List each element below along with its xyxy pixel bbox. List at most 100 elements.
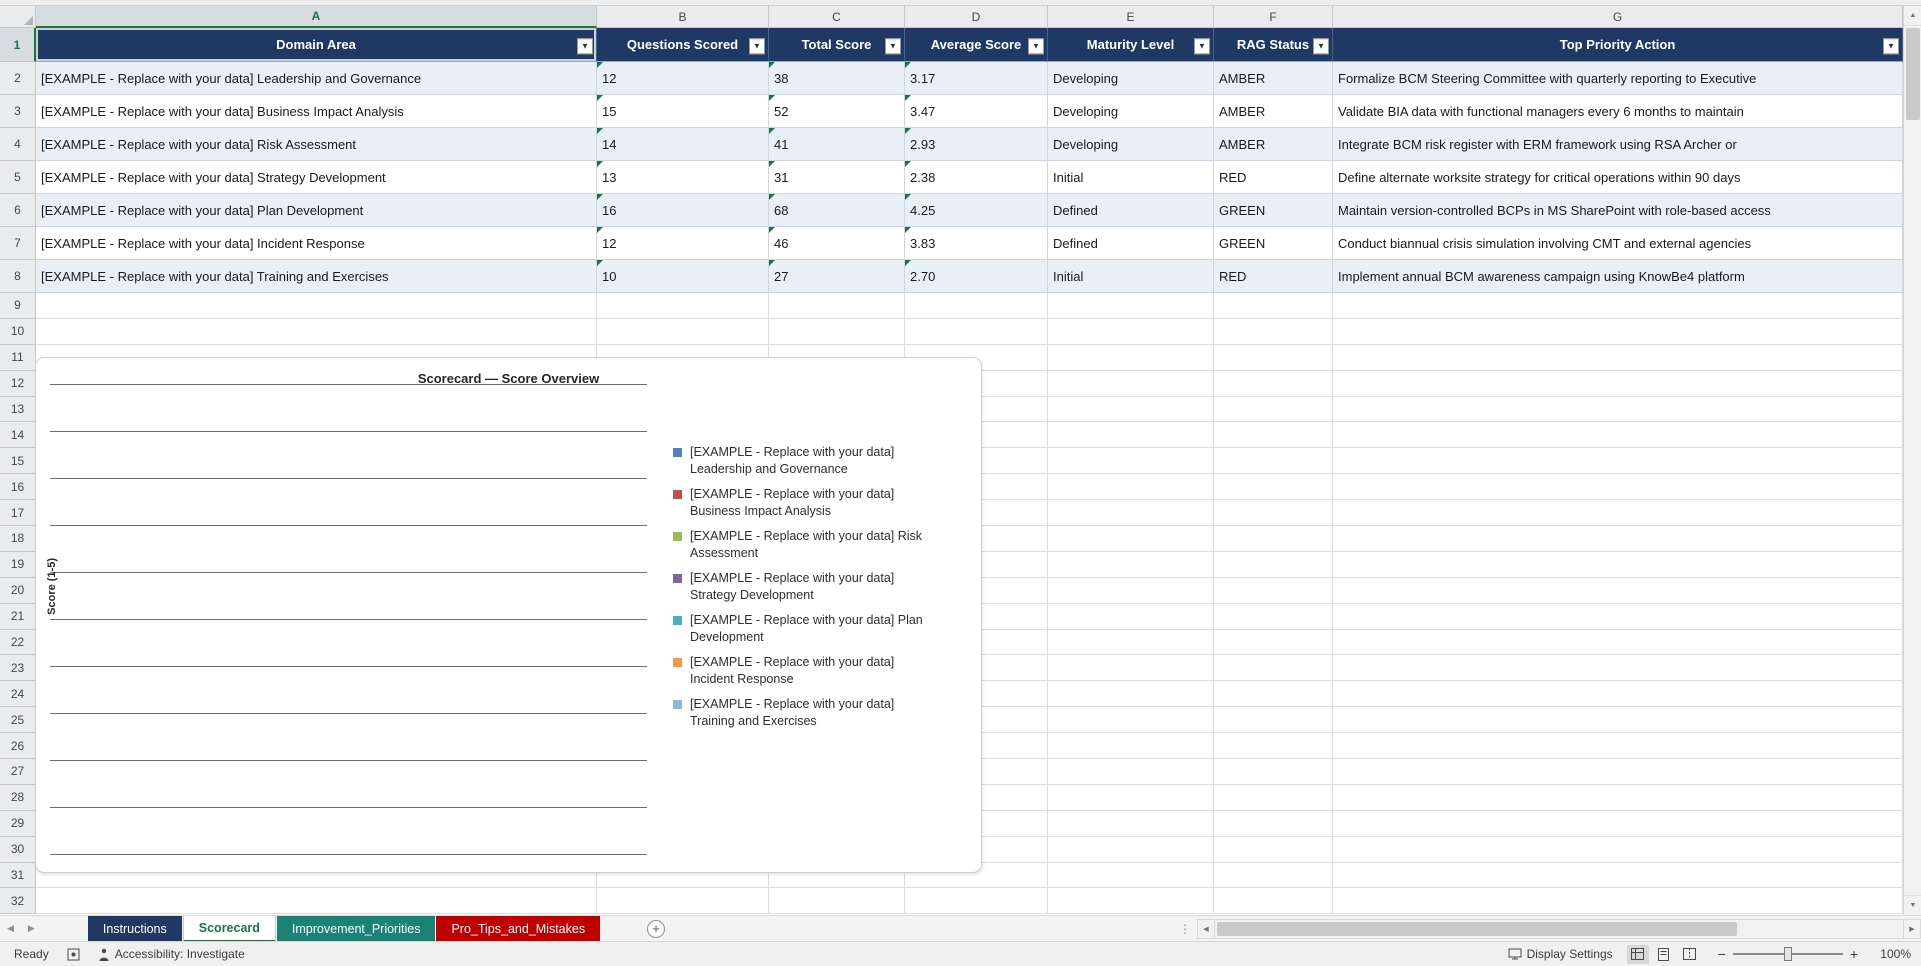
cell-E3[interactable]: Developing: [1048, 95, 1214, 128]
cell-F24[interactable]: [1214, 681, 1333, 708]
cell-F27[interactable]: [1214, 759, 1333, 785]
cell-E22[interactable]: [1048, 629, 1214, 656]
cell-E25[interactable]: [1048, 707, 1214, 734]
accessibility-checker-button[interactable]: Accessibility: Investigate: [98, 947, 245, 961]
row-header-7[interactable]: 7: [0, 227, 36, 260]
cell-E5[interactable]: Initial: [1048, 161, 1214, 194]
row-header-29[interactable]: 29: [0, 810, 36, 837]
row-header-15[interactable]: 15: [0, 448, 36, 475]
column-header-A[interactable]: A: [36, 6, 597, 28]
row-header-23[interactable]: 23: [0, 655, 36, 682]
score-overview-chart[interactable]: Scorecard — Score Overview Score (1-5) […: [35, 357, 982, 873]
cell-C5[interactable]: 31: [769, 161, 905, 194]
tab-nav-right-icon[interactable]: ▶: [21, 923, 42, 934]
cell-A32[interactable]: [36, 888, 597, 915]
cell-D1[interactable]: Average Score ▼: [905, 28, 1048, 62]
row-header-13[interactable]: 13: [0, 396, 36, 423]
cell-G10[interactable]: [1333, 318, 1903, 345]
cell-G2[interactable]: Formalize BCM Steering Committee with qu…: [1333, 62, 1903, 95]
page-layout-view-button[interactable]: [1653, 945, 1675, 964]
filter-dropdown-icon[interactable]: ▼: [1883, 37, 1899, 54]
vertical-scrollbar[interactable]: ▲ ▼: [1903, 6, 1921, 915]
cell-E2[interactable]: Developing: [1048, 62, 1214, 95]
filter-dropdown-icon[interactable]: ▼: [885, 37, 901, 54]
cell-G28[interactable]: [1333, 784, 1903, 811]
cell-G21[interactable]: [1333, 603, 1903, 630]
cell-F18[interactable]: [1214, 526, 1333, 552]
cell-F19[interactable]: [1214, 551, 1333, 578]
zoom-level-label[interactable]: 100%: [1875, 947, 1911, 961]
cell-F3[interactable]: AMBER: [1214, 95, 1333, 128]
cell-G11[interactable]: [1333, 344, 1903, 371]
cell-G20[interactable]: [1333, 577, 1903, 604]
cell-G27[interactable]: [1333, 759, 1903, 785]
cell-G3[interactable]: Validate BIA data with functional manage…: [1333, 95, 1903, 128]
row-header-10[interactable]: 10: [0, 318, 36, 345]
cell-G12[interactable]: [1333, 370, 1903, 397]
row-header-32[interactable]: 32: [0, 888, 36, 915]
cell-F5[interactable]: RED: [1214, 161, 1333, 194]
cell-G4[interactable]: Integrate BCM risk register with ERM fra…: [1333, 128, 1903, 161]
cell-D3[interactable]: 3.47: [905, 95, 1048, 128]
cell-G26[interactable]: [1333, 733, 1903, 760]
row-header-19[interactable]: 19: [0, 551, 36, 578]
cell-E12[interactable]: [1048, 370, 1214, 397]
row-header-18[interactable]: 18: [0, 526, 36, 552]
cell-B6[interactable]: 16: [597, 194, 769, 227]
cell-F29[interactable]: [1214, 810, 1333, 837]
row-header-24[interactable]: 24: [0, 681, 36, 708]
row-header-11[interactable]: 11: [0, 344, 36, 371]
zoom-slider-thumb[interactable]: [1783, 947, 1792, 961]
column-header-G[interactable]: G: [1333, 6, 1903, 28]
cell-E32[interactable]: [1048, 888, 1214, 915]
macro-record-button[interactable]: [67, 948, 80, 961]
scroll-up-icon[interactable]: ▲: [1904, 6, 1921, 26]
cell-D7[interactable]: 3.83: [905, 227, 1048, 260]
sheet-tab-pro_tips_and_mistakes[interactable]: Pro_Tips_and_Mistakes: [436, 915, 601, 942]
filter-dropdown-icon[interactable]: ▼: [749, 37, 765, 54]
cell-A7[interactable]: [EXAMPLE - Replace with your data] Incid…: [36, 227, 597, 260]
cell-G8[interactable]: Implement annual BCM awareness campaign …: [1333, 260, 1903, 293]
cell-G17[interactable]: [1333, 500, 1903, 527]
cell-F12[interactable]: [1214, 370, 1333, 397]
cell-D4[interactable]: 2.93: [905, 128, 1048, 161]
filter-dropdown-icon[interactable]: ▼: [577, 37, 593, 54]
cell-B5[interactable]: 13: [597, 161, 769, 194]
row-header-3[interactable]: 3: [0, 95, 36, 128]
vertical-scroll-thumb[interactable]: [1906, 28, 1920, 120]
cell-A4[interactable]: [EXAMPLE - Replace with your data] Risk …: [36, 128, 597, 161]
zoom-slider[interactable]: [1732, 947, 1843, 961]
cell-F17[interactable]: [1214, 500, 1333, 527]
row-header-31[interactable]: 31: [0, 862, 36, 889]
cell-D5[interactable]: 2.38: [905, 161, 1048, 194]
cell-E6[interactable]: Defined: [1048, 194, 1214, 227]
cell-A5[interactable]: [EXAMPLE - Replace with your data] Strat…: [36, 161, 597, 194]
row-header-27[interactable]: 27: [0, 759, 36, 785]
scroll-down-icon[interactable]: ▼: [1904, 895, 1921, 915]
cell-G1[interactable]: Top Priority Action ▼: [1333, 28, 1903, 62]
cell-E13[interactable]: [1048, 396, 1214, 423]
cell-E1[interactable]: Maturity Level ▼: [1048, 28, 1214, 62]
cell-E18[interactable]: [1048, 526, 1214, 552]
cell-E8[interactable]: Initial: [1048, 260, 1214, 293]
page-break-preview-button[interactable]: [1679, 945, 1701, 964]
cell-C2[interactable]: 38: [769, 62, 905, 95]
row-header-1[interactable]: 1: [0, 28, 36, 62]
cell-F8[interactable]: RED: [1214, 260, 1333, 293]
cell-C7[interactable]: 46: [769, 227, 905, 260]
cell-G16[interactable]: [1333, 474, 1903, 501]
cell-G15[interactable]: [1333, 448, 1903, 475]
row-header-14[interactable]: 14: [0, 422, 36, 449]
cell-G5[interactable]: Define alternate worksite strategy for c…: [1333, 161, 1903, 194]
cell-F21[interactable]: [1214, 603, 1333, 630]
cell-A6[interactable]: [EXAMPLE - Replace with your data] Plan …: [36, 194, 597, 227]
cell-C6[interactable]: 68: [769, 194, 905, 227]
new-sheet-button[interactable]: +: [647, 919, 666, 938]
cell-A10[interactable]: [36, 318, 597, 345]
cell-F9[interactable]: [1214, 293, 1333, 319]
cell-G22[interactable]: [1333, 629, 1903, 656]
cell-B2[interactable]: 12: [597, 62, 769, 95]
cell-C3[interactable]: 52: [769, 95, 905, 128]
cell-A2[interactable]: [EXAMPLE - Replace with your data] Leade…: [36, 62, 597, 95]
cell-F16[interactable]: [1214, 474, 1333, 501]
